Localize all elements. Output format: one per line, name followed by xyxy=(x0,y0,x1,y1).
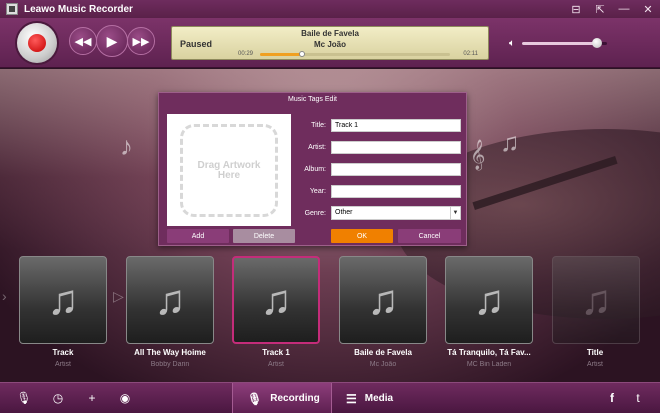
track-name: Track xyxy=(52,348,74,357)
track-name: All The Way Hoime xyxy=(134,348,206,357)
window-title: Leawo Music Recorder xyxy=(24,3,133,15)
microphone-icon: 🎙︎ xyxy=(247,391,263,406)
song-artist: Mc João xyxy=(313,40,346,49)
record-button[interactable] xyxy=(17,23,57,63)
title-field[interactable] xyxy=(331,119,461,132)
music-note-icon: ♫ xyxy=(580,276,612,323)
track-artist: Artist xyxy=(587,361,603,368)
title-bar: Leawo Music Recorder ⊟ ⇱ — ✕ xyxy=(0,0,660,18)
rewind-icon: ◀◀ xyxy=(74,35,92,48)
playback-status: Paused xyxy=(180,39,213,49)
track-artist: Bobby Darin xyxy=(150,361,190,368)
track-artist: Artist xyxy=(55,361,71,368)
elapsed-time: 00:29 xyxy=(238,51,254,57)
tab-recording-label: Recording xyxy=(270,393,320,404)
music-note-icon: ♫ xyxy=(367,276,399,323)
twitter-icon[interactable]: t xyxy=(630,391,646,405)
volume-handle[interactable] xyxy=(591,38,602,48)
genre-value: Other xyxy=(335,209,353,216)
track-card[interactable]: ♫ xyxy=(445,256,533,344)
now-playing-display: Baile de Favela Mc João Paused 00:29 02:… xyxy=(171,26,489,60)
microphone-icon[interactable]: 🎙︎ xyxy=(16,391,32,405)
dialog-title: Music Tags Edit xyxy=(288,96,337,103)
album-label: Album: xyxy=(304,166,326,173)
track-name: Track 1 xyxy=(262,348,290,357)
track-artist: MC Bin Laden xyxy=(466,361,512,368)
forward-icon: ▶▶ xyxy=(132,35,150,48)
progress-bar[interactable] xyxy=(260,51,450,57)
cancel-button[interactable]: Cancel xyxy=(398,229,461,243)
music-note-icon: ♫ xyxy=(500,127,520,157)
genre-select[interactable]: Other ▼ xyxy=(331,206,461,220)
track-card[interactable]: ♫ xyxy=(339,256,427,344)
mini-mode-icon[interactable]: ⊟ xyxy=(564,0,588,18)
music-tags-dialog: Music Tags Edit Drag Artwork Here Title:… xyxy=(158,92,467,246)
total-time: 02:11 xyxy=(463,51,478,57)
speaker-icon[interactable]: 🔈︎ xyxy=(509,38,515,49)
scroll-left-icon[interactable]: › xyxy=(2,288,7,304)
artwork-placeholder: Drag Artwork Here xyxy=(180,124,278,217)
track-card[interactable]: ♫ xyxy=(19,256,107,344)
add-artwork-button[interactable]: Add xyxy=(167,229,229,243)
forward-button[interactable]: ▶▶ xyxy=(127,27,155,55)
facebook-icon[interactable]: f xyxy=(604,391,620,405)
music-note-icon: 𝄞 xyxy=(470,139,486,169)
scroll-arrow-icon: ▷ xyxy=(113,288,124,304)
minimize-icon[interactable]: — xyxy=(612,0,636,18)
expand-icon[interactable]: ⇱ xyxy=(588,0,612,18)
tab-recording[interactable]: 🎙︎ Recording xyxy=(232,383,332,413)
disc-icon[interactable]: ◉ xyxy=(117,391,133,405)
artist-field[interactable] xyxy=(331,141,461,154)
title-label: Title: xyxy=(311,122,326,129)
track-artist: Mc João xyxy=(369,361,397,368)
year-label: Year: xyxy=(309,188,326,195)
artist-label: Artist: xyxy=(308,144,326,151)
music-note-icon: ♫ xyxy=(473,276,505,323)
track-card[interactable]: ♫ xyxy=(552,256,640,344)
music-note-icon: ♫ xyxy=(47,276,79,323)
tab-media-label: Media xyxy=(364,393,394,404)
control-bar: ◀◀ ▶ ▶▶ Baile de Favela Mc João Paused 0… xyxy=(0,18,660,68)
bottom-bar: 🎙︎ ◷ + ◉ 🎙︎ Recording ☰ Media f t xyxy=(0,382,660,413)
list-icon: ☰ xyxy=(346,391,357,406)
play-button[interactable]: ▶ xyxy=(96,25,128,57)
ok-button[interactable]: OK xyxy=(331,229,393,243)
music-note-icon: ♫ xyxy=(154,276,186,323)
album-field[interactable] xyxy=(331,163,461,176)
close-icon[interactable]: ✕ xyxy=(636,0,660,18)
track-name: Title xyxy=(586,348,604,357)
track-name: Baile de Favela xyxy=(354,348,412,357)
rewind-button[interactable]: ◀◀ xyxy=(69,27,97,55)
music-note-icon: ♫ xyxy=(260,276,292,323)
genre-label: Genre: xyxy=(304,210,326,217)
track-artist: Artist xyxy=(268,361,284,368)
music-note-icon: ♪ xyxy=(120,131,133,161)
song-title: Baile de Favela xyxy=(301,29,359,38)
window-controls: ⊟ ⇱ — ✕ xyxy=(564,0,660,18)
record-icon xyxy=(28,34,46,52)
track-card[interactable]: ♫ xyxy=(126,256,214,344)
progress-handle[interactable] xyxy=(298,51,305,57)
track-card-selected[interactable]: ♫ xyxy=(232,256,320,344)
delete-artwork-button[interactable]: Delete xyxy=(233,229,295,243)
app-icon xyxy=(6,3,18,15)
clock-icon[interactable]: ◷ xyxy=(50,391,66,405)
chevron-down-icon[interactable]: ▼ xyxy=(450,207,460,219)
play-icon: ▶ xyxy=(106,32,118,49)
track-carousel: › ▷ ♫ Track Artist ♫ All The Way Hoime B… xyxy=(0,256,660,376)
plus-icon[interactable]: + xyxy=(84,391,100,405)
tab-media[interactable]: ☰ Media xyxy=(346,383,426,413)
progress-fill xyxy=(260,53,302,56)
volume-slider[interactable] xyxy=(522,38,607,48)
track-name: Tá Tranquilo, Tá Fav... xyxy=(447,348,531,357)
year-field[interactable] xyxy=(331,185,461,198)
volume-fill xyxy=(522,42,597,45)
